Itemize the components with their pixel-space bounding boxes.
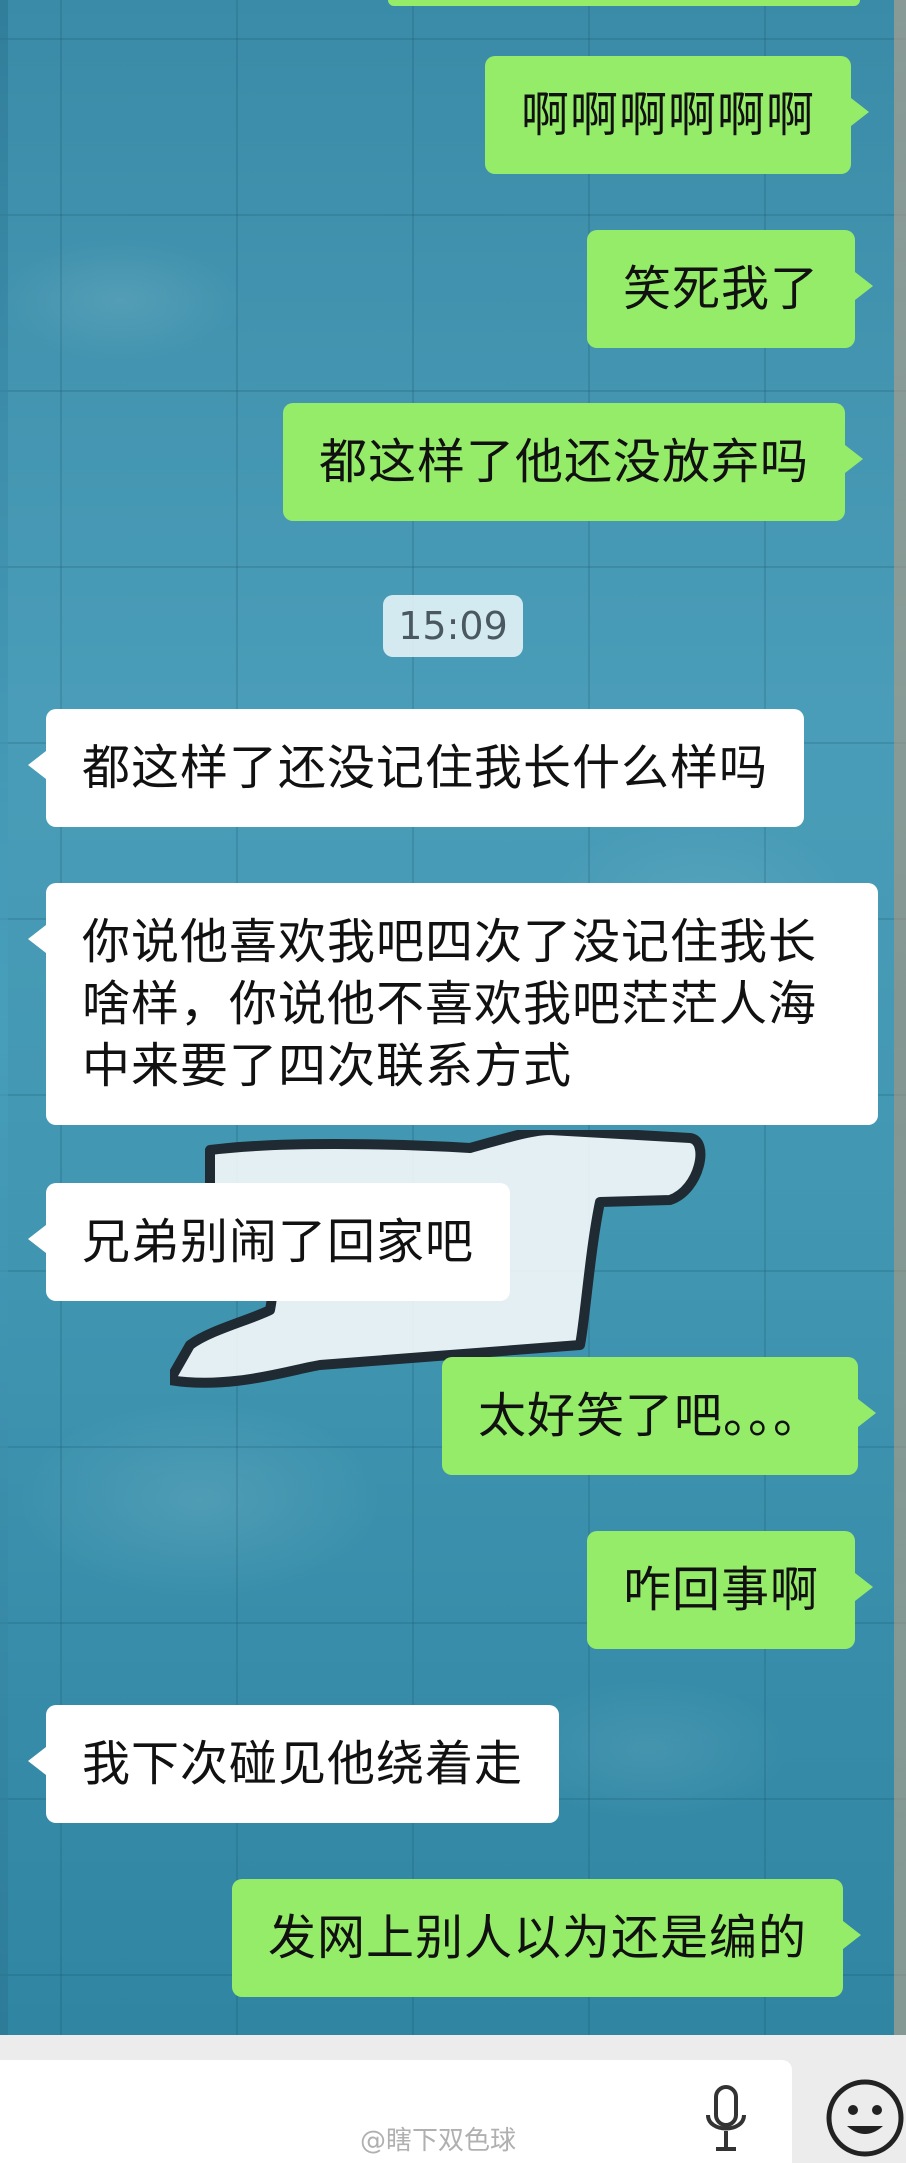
message-received[interactable]: 我下次碰见他绕着走	[27, 1705, 560, 1823]
message-received[interactable]: 兄弟别闹了回家吧	[27, 1183, 511, 1301]
message-sent[interactable]: 太好笑了吧。。。	[442, 1357, 877, 1475]
smiley-face-icon[interactable]	[823, 2076, 906, 2160]
message-sent[interactable]: 都这样了他还没放弃吗	[283, 403, 864, 521]
microphone-icon[interactable]	[702, 2085, 750, 2155]
chat-timestamp: 15:09	[383, 595, 523, 657]
message-received[interactable]: 都这样了还没记住我长什么样吗	[27, 709, 805, 827]
previous-message-bubble[interactable]	[388, 0, 860, 6]
message-sent[interactable]: 笑死我了	[587, 230, 874, 348]
watermark: @瞎下双色球	[360, 2126, 517, 2156]
message-sent[interactable]: 咋回事啊	[587, 1531, 874, 1649]
left-edge-strip	[0, 0, 8, 2035]
message-sent[interactable]: 啊啊啊啊啊啊	[485, 56, 870, 174]
message-received[interactable]: 你说他喜欢我吧四次了没记住我长啥样，你说他不喜欢我吧茫茫人海中来要了四次联系方式	[28, 883, 878, 1125]
message-sent[interactable]: 发网上别人以为还是编的	[232, 1879, 862, 1997]
right-edge-strip	[894, 0, 906, 2035]
